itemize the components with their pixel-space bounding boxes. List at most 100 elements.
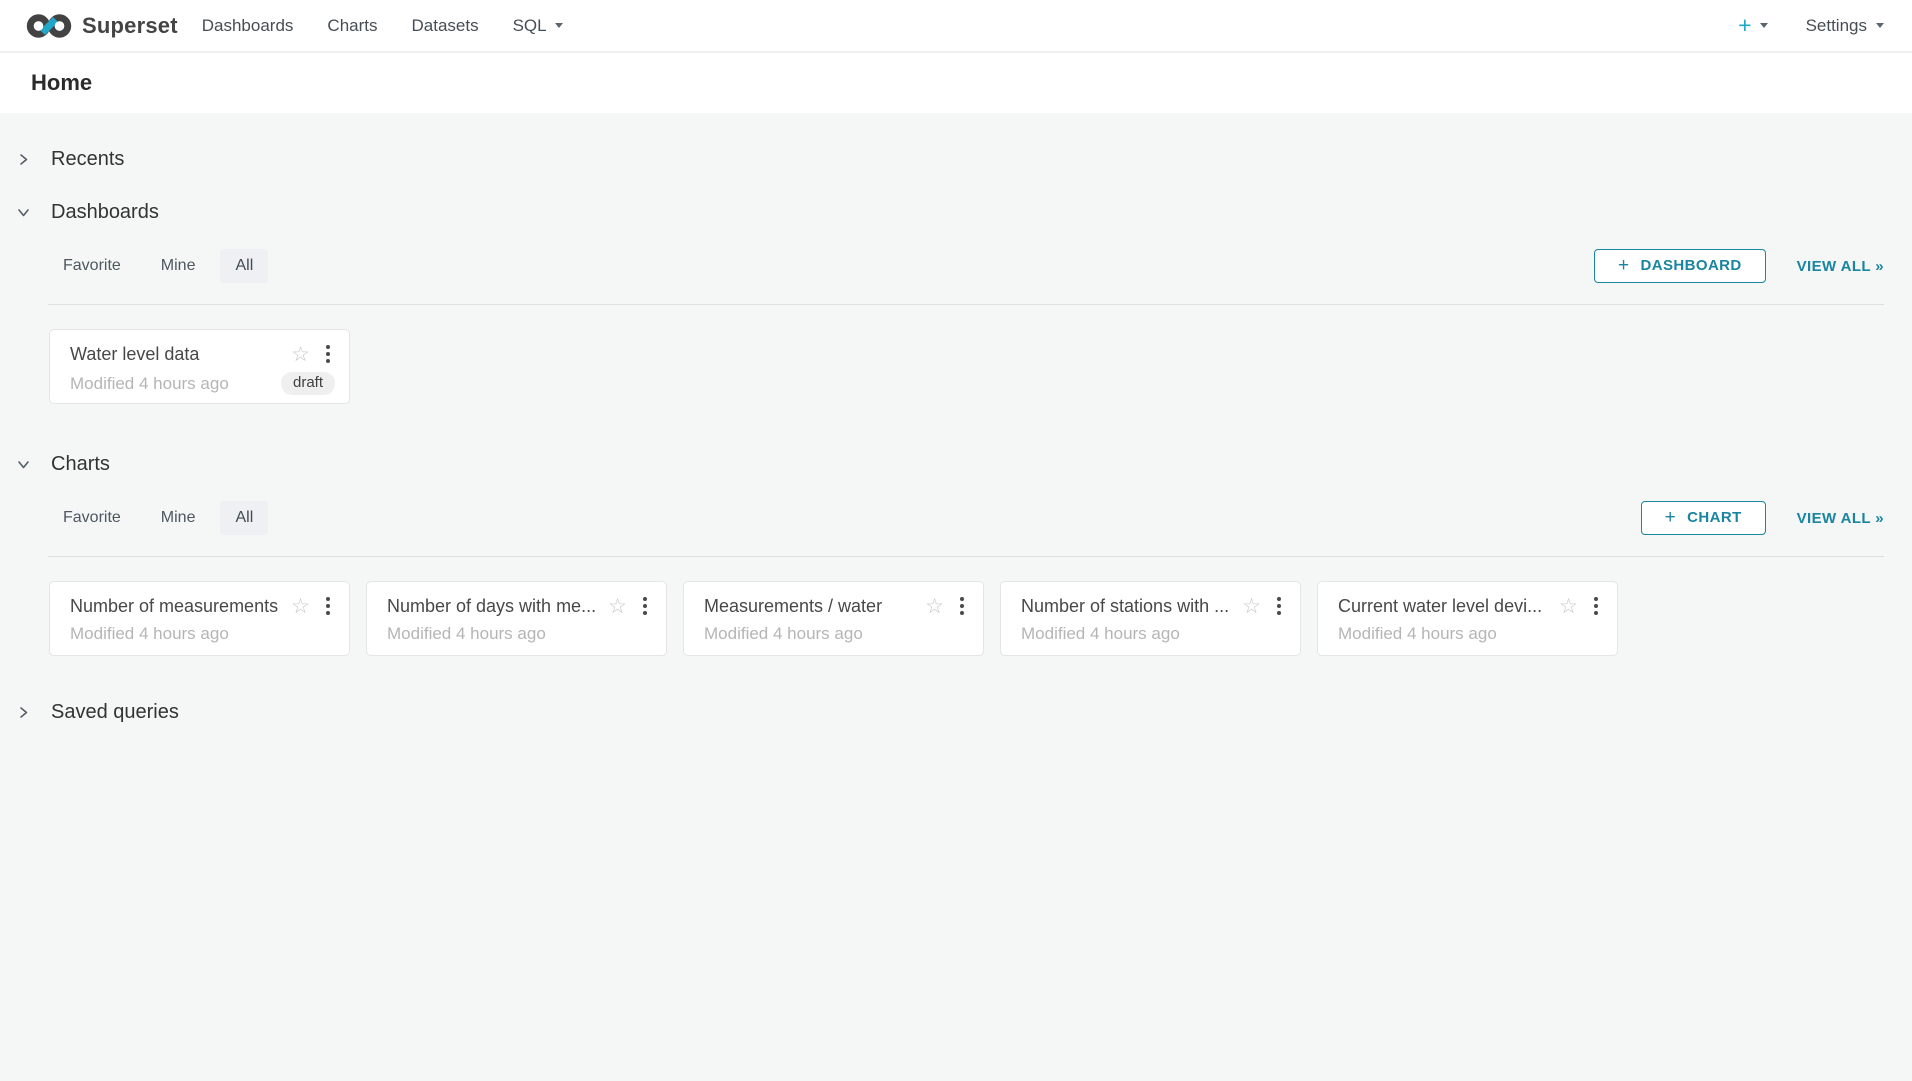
charts-controls-row: Favorite Mine All + CHART VIEW ALL » — [48, 501, 1884, 535]
new-dashboard-label: DASHBOARD — [1641, 257, 1742, 274]
kebab-menu-icon[interactable] — [323, 343, 333, 365]
card-sub-row: Modified 4 hours ago — [1338, 624, 1601, 644]
section-dashboards: Dashboards Favorite Mine All + DASHBOARD… — [16, 186, 1884, 438]
chevron-down-icon — [16, 205, 31, 220]
favorite-star-icon[interactable]: ☆ — [608, 596, 627, 617]
favorite-star-icon[interactable]: ☆ — [925, 596, 944, 617]
nav-item-datasets[interactable]: Datasets — [395, 0, 496, 51]
superset-logo[interactable]: Superset — [26, 11, 178, 41]
kebab-menu-icon[interactable] — [957, 595, 967, 617]
favorite-star-icon[interactable]: ☆ — [1242, 596, 1261, 617]
card-modified-text: Modified 4 hours ago — [1338, 624, 1601, 644]
draft-status-badge: draft — [281, 372, 335, 395]
page-title: Home — [31, 70, 92, 96]
page-header: Home — [0, 53, 1912, 113]
chart-card-title[interactable]: Current water level devi... — [1338, 596, 1551, 617]
section-label: Dashboards — [51, 201, 159, 224]
settings-menu-button[interactable]: Settings — [1806, 16, 1884, 36]
new-item-menu-button[interactable]: + — [1738, 14, 1767, 37]
home-content: Recents Dashboards Favorite Mine All + D… — [0, 113, 1912, 739]
tab-favorite[interactable]: Favorite — [48, 249, 136, 283]
view-all-dashboards-link[interactable]: VIEW ALL » — [1797, 258, 1884, 275]
card-title-row: Number of days with me... ☆ — [387, 595, 650, 617]
favorite-star-icon[interactable]: ☆ — [1559, 596, 1578, 617]
caret-down-icon — [1876, 23, 1884, 28]
tab-favorite[interactable]: Favorite — [48, 501, 136, 535]
section-label: Recents — [51, 148, 124, 171]
kebab-menu-icon[interactable] — [640, 595, 650, 617]
new-chart-button[interactable]: + CHART — [1641, 501, 1766, 535]
chart-card-title[interactable]: Number of stations with ... — [1021, 596, 1234, 617]
kebab-menu-icon[interactable] — [1591, 595, 1601, 617]
chart-card[interactable]: Number of measurements ☆ Modified 4 hour… — [49, 581, 350, 656]
brand-name: Superset — [82, 13, 178, 39]
charts-actions: + CHART VIEW ALL » — [1641, 501, 1884, 535]
card-modified-text: Modified 4 hours ago — [1021, 624, 1284, 644]
chart-card[interactable]: Current water level devi... ☆ Modified 4… — [1317, 581, 1618, 656]
nav-item-charts[interactable]: Charts — [310, 0, 394, 51]
superset-infinity-icon — [26, 11, 73, 41]
chart-card[interactable]: Number of days with me... ☆ Modified 4 h… — [366, 581, 667, 656]
tab-mine[interactable]: Mine — [146, 249, 211, 283]
section-header-recents[interactable]: Recents — [16, 133, 1884, 186]
section-header-saved-queries[interactable]: Saved queries — [16, 686, 1884, 739]
tab-all[interactable]: All — [220, 501, 268, 535]
section-label: Charts — [51, 453, 110, 476]
new-chart-label: CHART — [1687, 509, 1742, 526]
nav-item-sql[interactable]: SQL — [496, 0, 580, 51]
chart-card[interactable]: Measurements / water ☆ Modified 4 hours … — [683, 581, 984, 656]
card-sub-row: Modified 4 hours ago — [1021, 624, 1284, 644]
nav-links: Dashboards Charts Datasets SQL — [185, 0, 580, 51]
plus-icon: + — [1738, 14, 1751, 37]
nav-item-label: Datasets — [412, 16, 479, 36]
chevron-down-icon — [16, 457, 31, 472]
dashboard-card[interactable]: Water level data ☆ Modified 4 hours ago … — [49, 329, 350, 404]
dashboard-card-title[interactable]: Water level data — [70, 344, 283, 365]
chart-card[interactable]: Number of stations with ... ☆ Modified 4… — [1000, 581, 1301, 656]
caret-down-icon — [1760, 23, 1768, 28]
new-dashboard-button[interactable]: + DASHBOARD — [1594, 249, 1766, 283]
dashboards-cards-row: Water level data ☆ Modified 4 hours ago … — [49, 329, 1884, 438]
favorite-star-icon[interactable]: ☆ — [291, 344, 310, 365]
plus-icon: + — [1665, 509, 1677, 526]
divider — [48, 556, 1884, 557]
navbar-right: + Settings — [1738, 14, 1884, 37]
card-modified-text: Modified 4 hours ago — [70, 624, 333, 644]
card-title-row: Water level data ☆ — [70, 343, 333, 365]
dashboards-controls-row: Favorite Mine All + DASHBOARD VIEW ALL » — [48, 249, 1884, 283]
chart-card-title[interactable]: Measurements / water — [704, 596, 917, 617]
card-sub-row: Modified 4 hours ago — [704, 624, 967, 644]
dashboards-actions: + DASHBOARD VIEW ALL » — [1594, 249, 1884, 283]
nav-item-label: Charts — [327, 16, 377, 36]
chevron-right-icon — [16, 152, 31, 167]
card-sub-row: Modified 4 hours ago — [70, 624, 333, 644]
view-all-charts-link[interactable]: VIEW ALL » — [1797, 510, 1884, 527]
nav-item-label: Dashboards — [202, 16, 294, 36]
section-header-charts[interactable]: Charts — [16, 438, 1884, 491]
caret-down-icon — [555, 23, 563, 28]
card-title-row: Measurements / water ☆ — [704, 595, 967, 617]
card-modified-text: Modified 4 hours ago — [704, 624, 967, 644]
chart-card-title[interactable]: Number of measurements — [70, 596, 283, 617]
tab-all[interactable]: All — [220, 249, 268, 283]
card-sub-row: Modified 4 hours ago draft — [70, 372, 333, 395]
tab-mine[interactable]: Mine — [146, 501, 211, 535]
kebab-menu-icon[interactable] — [323, 595, 333, 617]
settings-label: Settings — [1806, 16, 1867, 36]
card-sub-row: Modified 4 hours ago — [387, 624, 650, 644]
section-label: Saved queries — [51, 701, 179, 724]
card-title-row: Number of stations with ... ☆ — [1021, 595, 1284, 617]
divider — [48, 304, 1884, 305]
kebab-menu-icon[interactable] — [1274, 595, 1284, 617]
plus-icon: + — [1618, 257, 1630, 274]
top-navbar: Superset Dashboards Charts Datasets SQL … — [0, 0, 1912, 53]
card-modified-text: Modified 4 hours ago — [70, 374, 281, 394]
card-title-row: Current water level devi... ☆ — [1338, 595, 1601, 617]
nav-item-label: SQL — [513, 16, 547, 36]
section-header-dashboards[interactable]: Dashboards — [16, 186, 1884, 239]
section-charts: Charts Favorite Mine All + CHART VIEW AL… — [16, 438, 1884, 686]
chart-card-title[interactable]: Number of days with me... — [387, 596, 600, 617]
nav-item-dashboards[interactable]: Dashboards — [185, 0, 311, 51]
chevron-right-icon — [16, 705, 31, 720]
favorite-star-icon[interactable]: ☆ — [291, 596, 310, 617]
